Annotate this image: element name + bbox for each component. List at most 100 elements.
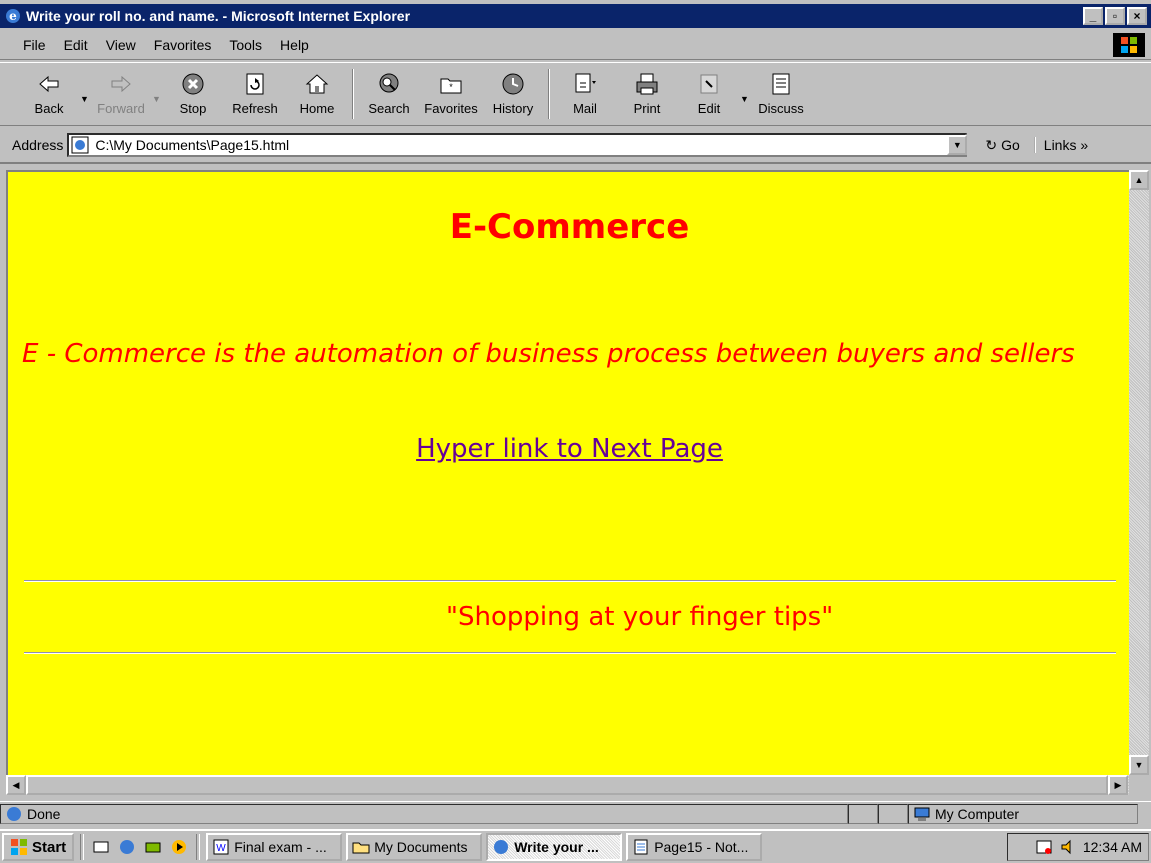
close-button[interactable]: × <box>1127 7 1147 25</box>
discuss-icon <box>772 73 790 95</box>
address-bar: Address C:\My Documents\Page15.html ▼ ↻ G… <box>0 128 1151 164</box>
address-label: Address <box>12 137 64 153</box>
word-doc-icon: W <box>213 839 229 855</box>
scheduler-icon[interactable] <box>1035 838 1053 856</box>
scroll-right-icon[interactable]: ▶ <box>1108 775 1128 795</box>
go-arrow-icon: ↻ <box>985 136 998 153</box>
status-security-cell <box>878 803 908 824</box>
search-label: Search <box>368 101 410 116</box>
system-tray: 12:34 AM <box>1007 833 1149 861</box>
edit-icon <box>700 74 718 94</box>
volume-icon[interactable] <box>1059 838 1077 856</box>
outlook-express-icon[interactable] <box>142 836 164 858</box>
search-button[interactable]: Search <box>358 63 420 123</box>
toolbar-separator <box>352 69 354 119</box>
status-bar: Done My Computer <box>0 801 1151 825</box>
refresh-icon <box>246 73 264 95</box>
menu-edit[interactable]: Edit <box>55 37 97 53</box>
horizontal-rule-bottom <box>24 652 1116 654</box>
history-icon <box>502 73 524 95</box>
home-label: Home <box>299 101 335 116</box>
mail-label: Mail <box>573 101 597 116</box>
media-player-icon[interactable] <box>168 836 190 858</box>
horizontal-scroll-thumb[interactable] <box>26 775 1108 795</box>
task-write-your[interactable]: Write your ... <box>486 833 623 861</box>
windows-logo-icon <box>11 839 27 855</box>
minimize-button[interactable]: _ <box>1083 7 1103 25</box>
forward-dropdown-icon[interactable]: ▼ <box>152 94 162 104</box>
start-button[interactable]: Start <box>2 833 75 861</box>
ie-logo-icon: e <box>6 9 20 23</box>
print-button[interactable]: Print <box>616 63 678 123</box>
favorites-folder-icon: * <box>440 78 462 94</box>
svg-text:W: W <box>216 843 226 854</box>
address-dropdown-icon[interactable]: ▼ <box>947 135 968 155</box>
task-final-exam[interactable]: W Final exam - ... <box>206 833 343 861</box>
mail-button[interactable]: Mail <box>554 63 616 123</box>
windows-logo-icon <box>1113 33 1145 57</box>
ie-page-icon <box>7 806 21 821</box>
start-label: Start <box>32 838 67 856</box>
history-label: History <box>492 101 534 116</box>
menu-tools[interactable]: Tools <box>220 37 271 53</box>
back-button[interactable]: Back <box>18 63 80 123</box>
svg-text:e: e <box>9 9 17 23</box>
status-zone: My Computer <box>935 805 1020 822</box>
menu-bar: File Edit View Favorites Tools Help <box>0 30 1151 60</box>
title-bar: e Write your roll no. and name. - Micros… <box>0 4 1151 28</box>
task-my-documents[interactable]: My Documents <box>346 833 483 861</box>
refresh-button[interactable]: Refresh <box>224 63 286 123</box>
stop-button[interactable]: Stop <box>162 63 224 123</box>
edit-label: Edit <box>697 101 721 116</box>
refresh-label: Refresh <box>232 101 278 116</box>
home-button[interactable]: Home <box>286 63 348 123</box>
links-button[interactable]: Links » <box>1033 137 1088 153</box>
forward-button[interactable]: Forward <box>90 63 152 123</box>
task-label: Page15 - Not... <box>654 839 749 855</box>
computer-icon <box>914 807 930 821</box>
svg-text:*: * <box>449 82 453 92</box>
horizontal-scrollbar[interactable]: ◀ ▶ <box>6 775 1129 795</box>
status-progress-cell <box>848 803 878 824</box>
menu-help[interactable]: Help <box>271 37 318 53</box>
show-desktop-icon[interactable] <box>90 836 112 858</box>
maximize-button[interactable]: ▫ <box>1105 7 1125 25</box>
back-arrow-icon <box>39 75 59 93</box>
page-content: E-Commerce E - Commerce is the automatio… <box>6 170 1129 775</box>
clock: 12:34 AM <box>1082 839 1142 855</box>
ie-launch-icon[interactable] <box>116 836 138 858</box>
vertical-scrollbar[interactable]: ▲ ▼ <box>1129 170 1149 775</box>
task-page15-notepad[interactable]: Page15 - Not... <box>626 833 763 861</box>
ie-page-icon <box>71 136 89 154</box>
menu-favorites[interactable]: Favorites <box>145 37 221 53</box>
status-text-cell: Done <box>0 803 848 824</box>
history-button[interactable]: History <box>482 63 544 123</box>
scroll-up-icon[interactable]: ▲ <box>1129 170 1149 190</box>
task-label: My Documents <box>374 839 468 855</box>
stop-label: Stop <box>179 101 207 116</box>
page-paragraph: E - Commerce is the automation of busine… <box>22 339 1075 369</box>
next-page-link-text[interactable]: Hyper link to Next Page <box>416 434 723 464</box>
menu-file[interactable]: File <box>14 37 55 53</box>
edit-dropdown-icon[interactable]: ▼ <box>740 94 750 104</box>
edit-button[interactable]: Edit <box>678 63 740 123</box>
status-zone-cell: My Computer <box>908 803 1138 824</box>
status-text: Done <box>27 805 61 822</box>
scroll-down-icon[interactable]: ▼ <box>1129 755 1149 775</box>
window-title: Write your roll no. and name. - Microsof… <box>26 8 411 24</box>
ie-window: e Write your roll no. and name. - Micros… <box>0 0 1151 863</box>
printer-icon <box>636 73 658 95</box>
go-label: Go <box>1001 137 1020 153</box>
address-input[interactable]: C:\My Documents\Page15.html <box>67 133 968 157</box>
search-icon <box>379 73 399 93</box>
slogan-text: "Shopping at your finger tips" <box>446 602 834 632</box>
horizontal-rule-top <box>24 580 1116 582</box>
discuss-button[interactable]: Discuss <box>750 63 812 123</box>
favorites-button[interactable]: * Favorites <box>420 63 482 123</box>
go-button[interactable]: ↻ Go <box>985 137 1019 154</box>
back-dropdown-icon[interactable]: ▼ <box>80 94 90 104</box>
scroll-left-icon[interactable]: ◀ <box>6 775 26 795</box>
discuss-label: Discuss <box>758 101 804 116</box>
stop-icon <box>182 73 204 95</box>
menu-view[interactable]: View <box>97 37 145 53</box>
